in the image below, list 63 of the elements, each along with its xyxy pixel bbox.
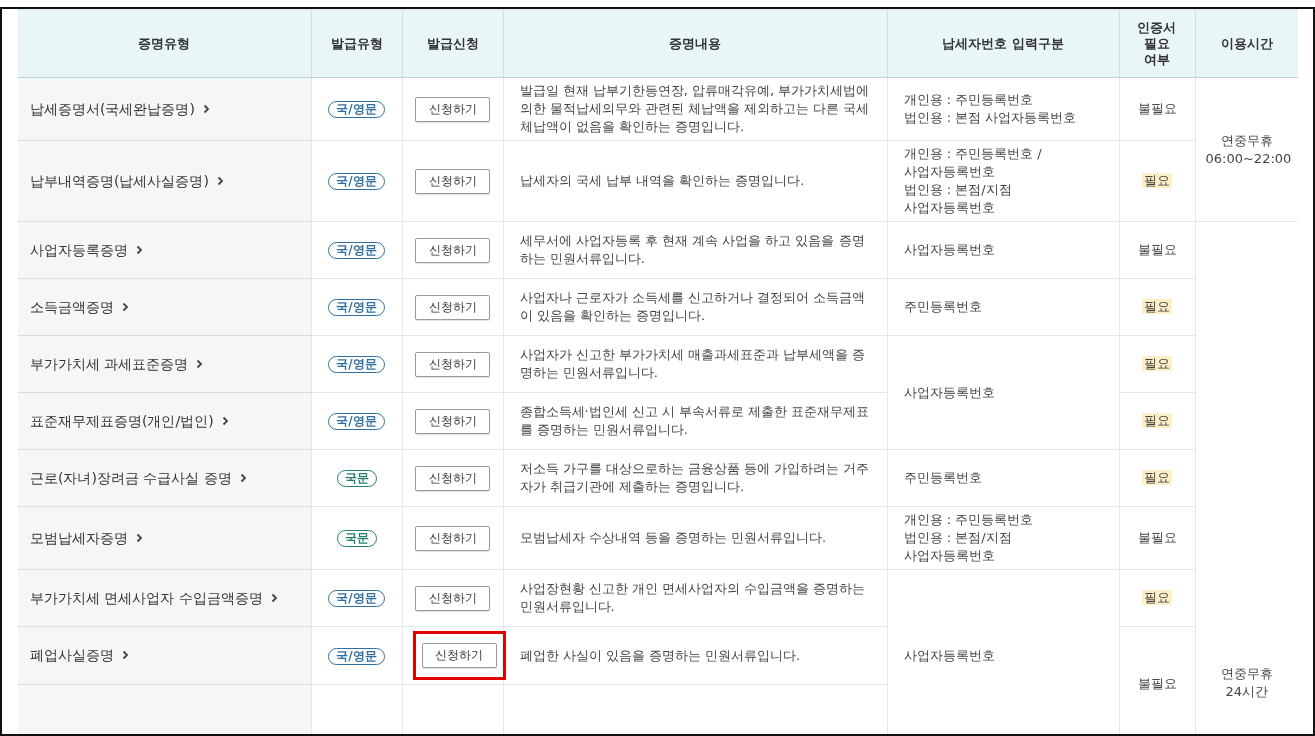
column-header: 증명유형 xyxy=(138,36,191,52)
certificate-link[interactable]: 납부내역증명(납세사실증명) xyxy=(30,171,224,190)
chevron-right-icon xyxy=(122,301,129,312)
column-header: 발급유형 xyxy=(330,36,383,52)
apply-button[interactable]: 신청하기 xyxy=(415,168,490,194)
apply-button[interactable]: 신청하기 xyxy=(415,351,490,377)
apply-button[interactable]: 신청하기 xyxy=(415,585,490,611)
description-text: 폐업한 사실이 있음을 증명하는 민원서류입니다. xyxy=(519,647,801,663)
hours-text: 연중무휴 24시간 xyxy=(1219,665,1274,701)
chevron-right-icon xyxy=(136,532,143,543)
column-header: 증명내용 xyxy=(669,36,721,52)
certificate-link[interactable]: 사업자등록증명 xyxy=(30,240,143,259)
apply-button[interactable]: 신청하기 xyxy=(415,525,490,551)
apply-button[interactable]: 신청하기 xyxy=(415,96,490,122)
column-header: 이용시간 xyxy=(1220,36,1273,52)
taxpayer-id-text: 사업자등록번호 xyxy=(903,383,996,402)
apply-button[interactable]: 신청하기 xyxy=(421,643,497,668)
certificate-requirement: 필요 xyxy=(1142,413,1172,428)
column-header: 인증서 필요 여부 xyxy=(1136,20,1178,68)
certificate-link[interactable]: 모범납세자증명 xyxy=(30,528,143,547)
chevron-right-icon xyxy=(239,472,247,483)
apply-button[interactable]: 신청하기 xyxy=(415,465,490,491)
description-text: 사업장현황 신고한 개인 면세사업자의 수입금액을 증명하는 민원서류입니다. xyxy=(519,581,866,614)
description-text: 사업자나 근로자가 소득세를 신고하거나 결정되어 소득금액이 있음을 확인하는 증명입니다. xyxy=(519,290,866,323)
certificate-link[interactable]: 폐업사실증명 xyxy=(30,646,129,664)
description-text: 세무서에 사업자등록 후 현재 계속 사업을 하고 있음을 증명하는 민원서류입니다. xyxy=(519,233,865,266)
certificate-requirement: 불필요 xyxy=(1136,676,1178,691)
taxpayer-id-text: 사업자등록번호 xyxy=(903,241,996,259)
chevron-right-icon xyxy=(216,175,224,186)
taxpayer-id-text: 개인용 : 주민등록번호 법인용 : 본점 사업자등록번호 xyxy=(903,91,1078,127)
chevron-right-icon xyxy=(270,592,278,603)
certificate-requirement: 필요 xyxy=(1142,299,1172,314)
certificate-link[interactable]: 소득금액증명 xyxy=(30,297,129,316)
apply-button[interactable]: 신청하기 xyxy=(415,408,490,434)
column-header: 발급신청 xyxy=(426,36,479,52)
chevron-right-icon xyxy=(196,358,204,369)
certificate-requirement: 필요 xyxy=(1142,173,1172,188)
certificate-requirement: 필요 xyxy=(1142,590,1172,605)
chevron-right-icon xyxy=(122,650,129,660)
certificate-link[interactable]: 부가가치세 과세표준증명 xyxy=(30,354,204,373)
chevron-right-icon xyxy=(136,244,143,255)
certificate-requirement: 필요 xyxy=(1142,470,1172,485)
certificate-requirement: 불필요 xyxy=(1136,101,1178,116)
certificate-requirement: 불필요 xyxy=(1136,242,1178,257)
taxpayer-id-text: 사업자등록번호 xyxy=(903,646,996,665)
certificate-requirement: 필요 xyxy=(1142,356,1172,371)
taxpayer-id-text: 주민등록번호 xyxy=(903,298,983,316)
taxpayer-id-text: 개인용 : 주민등록번호 / 사업자등록번호 법인용 : 본점/지점 사업자등록번호 xyxy=(903,145,1043,217)
description-text: 납세자의 국세 납부 내역을 확인하는 증명입니다. xyxy=(519,173,805,188)
description-text: 저소득 가구를 대상으로하는 금융상품 등에 가입하려는 거주자가 취급기관에 제출하는 증명입니다. xyxy=(519,461,870,494)
taxpayer-id-text: 주민등록번호 xyxy=(903,469,983,487)
description-text: 발급일 현재 납부기한등연장, 압류매각유예, 부가가치세법에 의한 물적납세의무와 관련된 체납액을 제외하고는 다른 국세 체납액이 없음을 확인하는 증명입니다. xyxy=(519,83,870,134)
description-text: 모범납세자 수상내역 등을 증명하는 민원서류입니다. xyxy=(519,530,827,545)
chevron-right-icon xyxy=(221,415,229,426)
certificate-requirement: 불필요 xyxy=(1136,530,1178,545)
column-header: 납세자번호 입력구분 xyxy=(942,36,1064,52)
description-text: 사업자가 신고한 부가가치세 매출과세표준과 납부세액을 증명하는 민원서류입니다. xyxy=(519,347,866,380)
taxpayer-id-text: 개인용 : 주민등록번호 법인용 : 본점/지점 사업자등록번호 xyxy=(903,511,1035,565)
chevron-right-icon xyxy=(202,103,210,114)
apply-button[interactable]: 신청하기 xyxy=(415,294,490,320)
certificate-link[interactable]: 납세증명서(국세완납증명) xyxy=(30,99,210,118)
description-text: 종합소득세·법인세 신고 시 부속서류로 제출한 표준재무제표를 증명하는 민원서류입니다. xyxy=(519,404,870,437)
apply-button[interactable]: 신청하기 xyxy=(415,237,490,263)
